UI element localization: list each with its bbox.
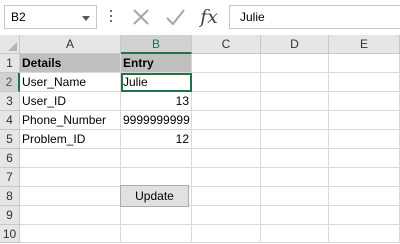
grid-cell[interactable] — [261, 92, 329, 111]
cell-b2[interactable]: Julie — [121, 73, 192, 92]
cell-b5[interactable]: 12 — [121, 130, 192, 149]
row-header-7[interactable]: 7 — [0, 168, 20, 187]
grid-cell[interactable] — [121, 206, 192, 225]
formula-bar: B2 fx Julie — [0, 0, 400, 35]
grid-cell[interactable] — [261, 187, 329, 206]
grid-cell[interactable] — [261, 206, 329, 225]
name-box[interactable]: B2 — [4, 5, 97, 29]
drag-handle-icon[interactable] — [110, 10, 112, 24]
row-header-6[interactable]: 6 — [0, 149, 20, 168]
grid-cell[interactable] — [192, 206, 261, 225]
row-header-1[interactable]: 1 — [0, 54, 20, 73]
cell-b4[interactable]: 9999999999 — [121, 111, 192, 130]
cell-a2[interactable]: User_Name — [20, 73, 121, 92]
column-header-d[interactable]: D — [261, 35, 329, 54]
grid-cell[interactable] — [329, 73, 400, 92]
cell-a5[interactable]: Problem_ID — [20, 130, 121, 149]
column-header-c[interactable]: C — [192, 35, 261, 54]
grid-cell[interactable] — [192, 73, 261, 92]
formula-input-value: Julie — [240, 10, 265, 24]
grid-cell[interactable] — [192, 130, 261, 149]
row-header-9[interactable]: 9 — [0, 206, 20, 225]
grid-cell[interactable] — [20, 225, 121, 243]
grid-cell[interactable] — [329, 225, 400, 243]
spreadsheet-grid: A B C D E 1 2 3 4 5 6 7 8 9 10 Details E… — [0, 35, 400, 243]
grid-cell[interactable] — [192, 168, 261, 187]
grid-cell[interactable] — [20, 206, 121, 225]
select-all-corner[interactable] — [0, 35, 20, 54]
grid-cell[interactable] — [329, 54, 400, 73]
grid-cell[interactable] — [192, 225, 261, 243]
name-box-value: B2 — [11, 10, 26, 24]
row-header-8[interactable]: 8 — [0, 187, 20, 206]
cell-a3[interactable]: User_ID — [20, 92, 121, 111]
column-header-b[interactable]: B — [121, 35, 192, 54]
grid-cell[interactable] — [329, 111, 400, 130]
cell-b3[interactable]: 13 — [121, 92, 192, 111]
close-icon[interactable] — [130, 6, 152, 28]
grid-cell[interactable] — [192, 111, 261, 130]
row-header-4[interactable]: 4 — [0, 111, 20, 130]
grid-cell[interactable] — [329, 187, 400, 206]
grid-cell[interactable] — [192, 187, 261, 206]
grid-cell[interactable] — [329, 149, 400, 168]
grid-cell[interactable] — [329, 130, 400, 149]
update-button[interactable]: Update — [120, 185, 189, 207]
grid-cell[interactable] — [121, 149, 192, 168]
chevron-down-icon[interactable] — [82, 16, 90, 21]
grid-cell[interactable] — [192, 92, 261, 111]
row-header-5[interactable]: 5 — [0, 130, 20, 149]
row-header-10[interactable]: 10 — [0, 225, 20, 243]
grid-cell[interactable] — [261, 73, 329, 92]
cell-b1[interactable]: Entry — [121, 54, 192, 73]
grid-cell[interactable] — [261, 225, 329, 243]
grid-cell[interactable] — [261, 130, 329, 149]
grid-cell[interactable] — [329, 168, 400, 187]
fx-icon[interactable]: fx — [198, 6, 220, 28]
grid-cell[interactable] — [192, 54, 261, 73]
grid-cell[interactable] — [20, 168, 121, 187]
grid-cell[interactable] — [261, 54, 329, 73]
row-header-3[interactable]: 3 — [0, 92, 20, 111]
grid-cell[interactable] — [261, 111, 329, 130]
row-header-2[interactable]: 2 — [0, 73, 20, 92]
cell-a1[interactable]: Details — [20, 54, 121, 73]
grid-cell[interactable] — [329, 92, 400, 111]
grid-cell[interactable] — [20, 149, 121, 168]
grid-cell[interactable] — [261, 168, 329, 187]
cell-a4[interactable]: Phone_Number — [20, 111, 121, 130]
formula-input[interactable]: Julie — [229, 5, 400, 29]
grid-cell[interactable] — [329, 206, 400, 225]
grid-cell[interactable] — [192, 149, 261, 168]
column-header-e[interactable]: E — [329, 35, 400, 54]
check-icon[interactable] — [164, 6, 186, 28]
grid-cell[interactable] — [20, 187, 121, 206]
grid-cell[interactable] — [261, 149, 329, 168]
grid-cell[interactable] — [121, 225, 192, 243]
column-header-a[interactable]: A — [20, 35, 121, 54]
